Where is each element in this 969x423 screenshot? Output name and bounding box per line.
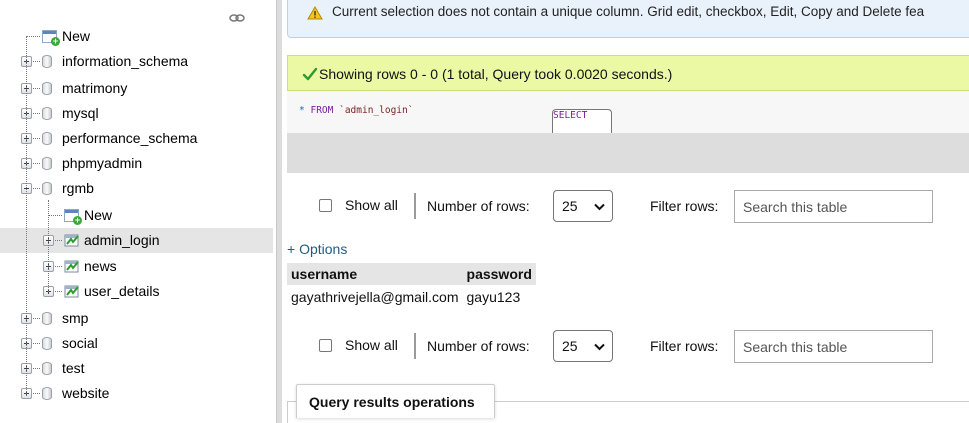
sidebar-item-social[interactable]: social bbox=[0, 331, 273, 356]
sidebar-item-mysql[interactable]: mysql bbox=[0, 101, 273, 126]
sidebar-item-rgmb[interactable]: rgmb bbox=[0, 176, 273, 201]
sidebar-item-admin-login-nested[interactable]: admin_login bbox=[0, 228, 273, 253]
new-icon: + bbox=[42, 30, 60, 46]
number-of-rows-select[interactable]: 25 bbox=[553, 330, 613, 362]
sidebar-item-performance-schema[interactable]: performance_schema bbox=[0, 126, 273, 151]
query-results-operations-tab[interactable]: Query results operations bbox=[296, 384, 495, 418]
sql-from-keyword: FROM bbox=[310, 105, 334, 116]
checkmark-icon bbox=[302, 67, 318, 81]
sidebar-item-smp[interactable]: smp bbox=[0, 306, 273, 331]
table-navigation-bottom: Show all Number of rows: 25 Filter rows: bbox=[300, 326, 969, 366]
sidebar-item-label: admin_login bbox=[84, 232, 160, 248]
new-icon: + bbox=[64, 209, 82, 225]
database-icon bbox=[42, 82, 52, 95]
filter-search-box bbox=[734, 330, 933, 363]
sidebar-item-label: New bbox=[62, 28, 91, 44]
sidebar-item-label: rgmb bbox=[62, 180, 94, 196]
database-icon bbox=[42, 132, 52, 145]
filter-rows-label: Filter rows: bbox=[650, 338, 719, 354]
filter-rows-label: Filter rows: bbox=[650, 198, 719, 214]
sidebar-item-label: performance_schema bbox=[62, 130, 198, 146]
sidebar-item-matrimony[interactable]: matrimony bbox=[0, 76, 273, 101]
sidebar-item-label: social bbox=[62, 335, 98, 351]
sidebar-item-label: news bbox=[84, 258, 117, 274]
cell-password[interactable]: gayu123 bbox=[463, 285, 536, 309]
sidebar-item-new[interactable]: + New bbox=[0, 24, 273, 49]
results-table: username password gayathrivejella@gmail.… bbox=[287, 263, 536, 309]
navigation-sidebar: + New information_schema matrimony mysql perf… bbox=[0, 0, 273, 423]
sidebar-item-website[interactable]: website bbox=[0, 381, 273, 406]
sidebar-item-new-nested[interactable]: + New bbox=[0, 203, 273, 228]
chevron-down-icon bbox=[594, 343, 605, 351]
database-icon bbox=[42, 55, 52, 68]
sidebar-item-label: smp bbox=[62, 310, 89, 326]
sidebar-item-user-details-nested[interactable]: user_details bbox=[0, 279, 273, 304]
sidebar-item-label: matrimony bbox=[62, 80, 128, 96]
show-all-label[interactable]: Show all bbox=[345, 197, 398, 213]
number-of-rows-select[interactable]: 25 bbox=[553, 190, 613, 222]
filter-rows-input[interactable] bbox=[735, 331, 932, 362]
cell-username[interactable]: gayathrivejella@gmail.com bbox=[287, 285, 463, 309]
query-results-operations-label: Query results operations bbox=[309, 394, 475, 410]
table-header-row: username password bbox=[287, 263, 536, 285]
notice-text: Current selection does not contain a uni… bbox=[332, 4, 925, 19]
show-all-label[interactable]: Show all bbox=[345, 337, 398, 353]
column-header-password[interactable]: password bbox=[462, 263, 536, 285]
filter-rows-input[interactable] bbox=[735, 191, 932, 222]
sql-table-name: `admin_login` bbox=[339, 105, 414, 116]
sql-star: * bbox=[299, 105, 305, 116]
sidebar-item-label: mysql bbox=[62, 105, 99, 121]
tree-connector bbox=[48, 200, 49, 292]
table-icon bbox=[64, 284, 80, 298]
main-content: Current selection does not contain a uni… bbox=[282, 0, 969, 423]
success-text: Showing rows 0 - 0 (1 total, Query took … bbox=[319, 66, 673, 82]
query-toolbar bbox=[287, 133, 969, 173]
sidebar-item-label: test bbox=[62, 360, 85, 376]
warning-icon bbox=[307, 6, 323, 20]
table-row: gayathrivejella@gmail.com gayu123 bbox=[287, 285, 536, 309]
number-of-rows-value: 25 bbox=[562, 198, 578, 214]
number-of-rows-label: Number of rows: bbox=[427, 338, 530, 354]
filter-search-box bbox=[734, 190, 933, 223]
success-message: Showing rows 0 - 0 (1 total, Query took … bbox=[287, 55, 969, 91]
sidebar-item-label: website bbox=[62, 385, 110, 401]
sidebar-item-label: information_schema bbox=[62, 53, 189, 69]
table-navigation-top: Show all Number of rows: 25 Filter rows: bbox=[300, 186, 969, 226]
divider bbox=[414, 333, 416, 359]
sidebar-item-label: user_details bbox=[84, 283, 160, 299]
notice-message: Current selection does not contain a uni… bbox=[287, 0, 969, 38]
sidebar-item-phpmyadmin[interactable]: phpmyadmin bbox=[0, 151, 273, 176]
divider bbox=[414, 193, 416, 219]
number-of-rows-value: 25 bbox=[562, 338, 578, 354]
sidebar-item-label: New bbox=[84, 207, 113, 223]
database-icon bbox=[42, 157, 52, 170]
column-header-username[interactable]: username bbox=[287, 263, 463, 285]
sidebar-item-information-schema[interactable]: information_schema bbox=[0, 49, 273, 74]
sql-query-box: SELECT * FROM `admin_login` bbox=[287, 91, 969, 141]
sql-query: SELECT * FROM `admin_login` bbox=[299, 105, 612, 141]
chain-link-icon[interactable] bbox=[229, 13, 245, 23]
database-icon bbox=[42, 182, 52, 195]
chevron-down-icon bbox=[594, 203, 605, 211]
database-icon bbox=[42, 312, 52, 325]
show-all-checkbox[interactable] bbox=[319, 199, 332, 212]
sidebar-item-news-nested[interactable]: news bbox=[0, 254, 273, 279]
table-icon bbox=[64, 233, 80, 247]
table-icon bbox=[64, 259, 80, 273]
number-of-rows-label: Number of rows: bbox=[427, 198, 530, 214]
sidebar-item-label: phpmyadmin bbox=[62, 155, 143, 171]
database-icon bbox=[42, 107, 52, 120]
database-icon bbox=[42, 362, 52, 375]
database-icon bbox=[42, 337, 52, 350]
tree-connector bbox=[26, 36, 27, 396]
options-link[interactable]: + Options bbox=[287, 241, 347, 257]
sidebar-item-test[interactable]: test bbox=[0, 356, 273, 381]
show-all-checkbox[interactable] bbox=[319, 339, 332, 352]
database-icon bbox=[42, 387, 52, 400]
